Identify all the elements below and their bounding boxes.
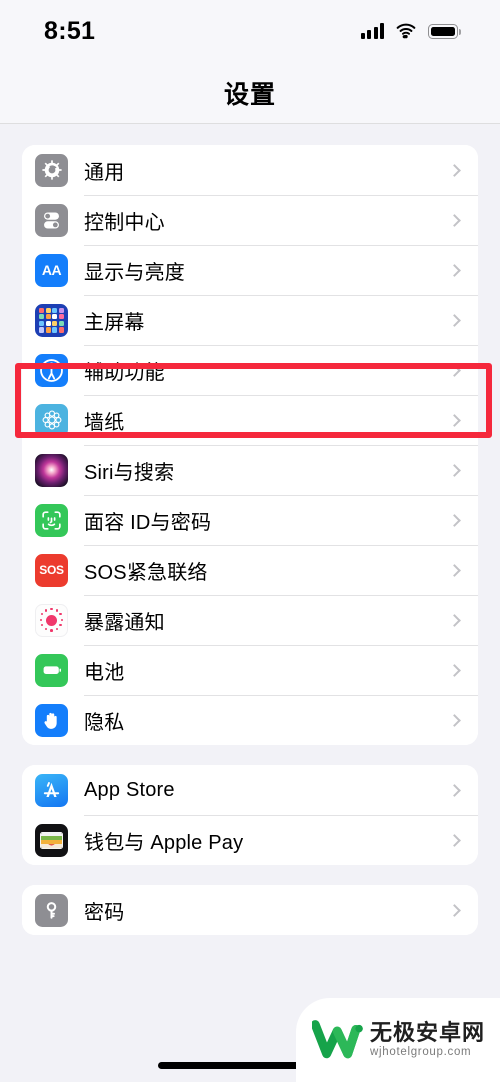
settings-row-label: 墙纸 xyxy=(84,411,125,434)
settings-row-label: 辅助功能 xyxy=(84,361,165,384)
settings-row-label: 主屏幕 xyxy=(84,311,145,334)
chevron-right-icon xyxy=(448,613,461,627)
chevron-right-icon xyxy=(448,463,461,477)
settings-row-label: 暴露通知 xyxy=(84,611,165,634)
siri-icon xyxy=(35,453,68,487)
chevron-right-icon xyxy=(448,903,461,917)
settings-row-passwords[interactable]: 密码 xyxy=(22,885,478,935)
settings-row-label: 通用 xyxy=(84,161,125,184)
status-bar-indicators xyxy=(360,23,461,39)
chevron-right-icon xyxy=(448,563,461,577)
chevron-right-icon xyxy=(448,413,461,427)
exposure-notification-icon xyxy=(35,603,68,637)
settings-row-emergency-sos[interactable]: SOS SOS紧急联络 xyxy=(22,545,478,595)
settings-row-control-center[interactable]: 控制中心 xyxy=(22,195,478,245)
watermark: 无极安卓网 wjhotelgroup.com xyxy=(296,998,500,1082)
control-center-icon xyxy=(35,203,68,237)
settings-row-label: Siri与搜索 xyxy=(84,461,175,484)
sos-icon: SOS xyxy=(35,553,68,587)
chevron-right-icon xyxy=(448,313,461,327)
settings-row-label: SOS紧急联络 xyxy=(84,561,208,584)
settings-row-label: 电池 xyxy=(84,661,125,684)
app-store-icon xyxy=(35,773,68,807)
settings-row-wallpaper[interactable]: 墙纸 xyxy=(22,395,478,445)
face-id-icon xyxy=(35,503,68,537)
settings-row-label: 控制中心 xyxy=(84,211,165,234)
key-icon xyxy=(35,893,68,927)
wifi-icon xyxy=(396,23,416,39)
chevron-right-icon xyxy=(448,513,461,527)
settings-group-store: App Store 钱包与 Apple Pay xyxy=(22,765,478,865)
watermark-site-name: 无极安卓网 xyxy=(370,1020,486,1046)
status-bar-time: 8:51 xyxy=(44,16,96,45)
settings-row-accessibility[interactable]: 辅助功能 xyxy=(22,345,478,395)
settings-row-label: 显示与亮度 xyxy=(84,261,185,284)
watermark-url: wjhotelgroup.com xyxy=(370,1045,472,1058)
privacy-hand-icon xyxy=(35,703,68,737)
settings-row-face-id[interactable]: 面容 ID与密码 xyxy=(22,495,478,545)
settings-group-system: 通用 控制中心 AA 显示与亮度 主屏幕 辅助功能 墙纸 Siri与搜索 面容 … xyxy=(22,145,478,745)
chevron-right-icon xyxy=(448,213,461,227)
wallet-icon xyxy=(35,823,68,857)
cellular-signal-icon xyxy=(360,23,384,39)
accessibility-icon xyxy=(35,353,68,387)
status-bar: 8:51 xyxy=(0,0,500,62)
settings-row-label: 隐私 xyxy=(84,711,125,734)
settings-row-exposure-notifications[interactable]: 暴露通知 xyxy=(22,595,478,645)
watermark-logo-icon xyxy=(312,1020,363,1059)
settings-row-app-store[interactable]: App Store xyxy=(22,765,478,815)
settings-row-general[interactable]: 通用 xyxy=(22,145,478,195)
navigation-bar: 设置 xyxy=(0,62,500,124)
home-screen-icon xyxy=(35,303,68,337)
wallpaper-icon xyxy=(35,403,68,437)
settings-row-battery[interactable]: 电池 xyxy=(22,645,478,695)
settings-row-display-brightness[interactable]: AA 显示与亮度 xyxy=(22,245,478,295)
chevron-right-icon xyxy=(448,783,461,797)
gear-icon xyxy=(35,153,68,187)
settings-list: 通用 控制中心 AA 显示与亮度 主屏幕 辅助功能 墙纸 Siri与搜索 面容 … xyxy=(0,145,500,935)
settings-row-label: 钱包与 Apple Pay xyxy=(84,831,244,854)
chevron-right-icon xyxy=(448,663,461,677)
battery-icon xyxy=(35,653,68,687)
page-title: 设置 xyxy=(223,80,276,109)
settings-row-label: 密码 xyxy=(84,901,125,924)
chevron-right-icon xyxy=(448,713,461,727)
chevron-right-icon xyxy=(448,833,461,847)
chevron-right-icon xyxy=(448,163,461,177)
battery-full-icon xyxy=(428,24,461,39)
settings-row-siri-search[interactable]: Siri与搜索 xyxy=(22,445,478,495)
settings-row-home-screen[interactable]: 主屏幕 xyxy=(22,295,478,345)
settings-row-label: App Store xyxy=(84,778,175,801)
chevron-right-icon xyxy=(448,363,461,377)
settings-row-label: 面容 ID与密码 xyxy=(84,511,212,534)
chevron-right-icon xyxy=(448,263,461,277)
settings-row-wallet-apple-pay[interactable]: 钱包与 Apple Pay xyxy=(22,815,478,865)
settings-row-privacy[interactable]: 隐私 xyxy=(22,695,478,745)
settings-group-passwords: 密码 xyxy=(22,885,478,935)
display-brightness-icon: AA xyxy=(35,253,68,287)
